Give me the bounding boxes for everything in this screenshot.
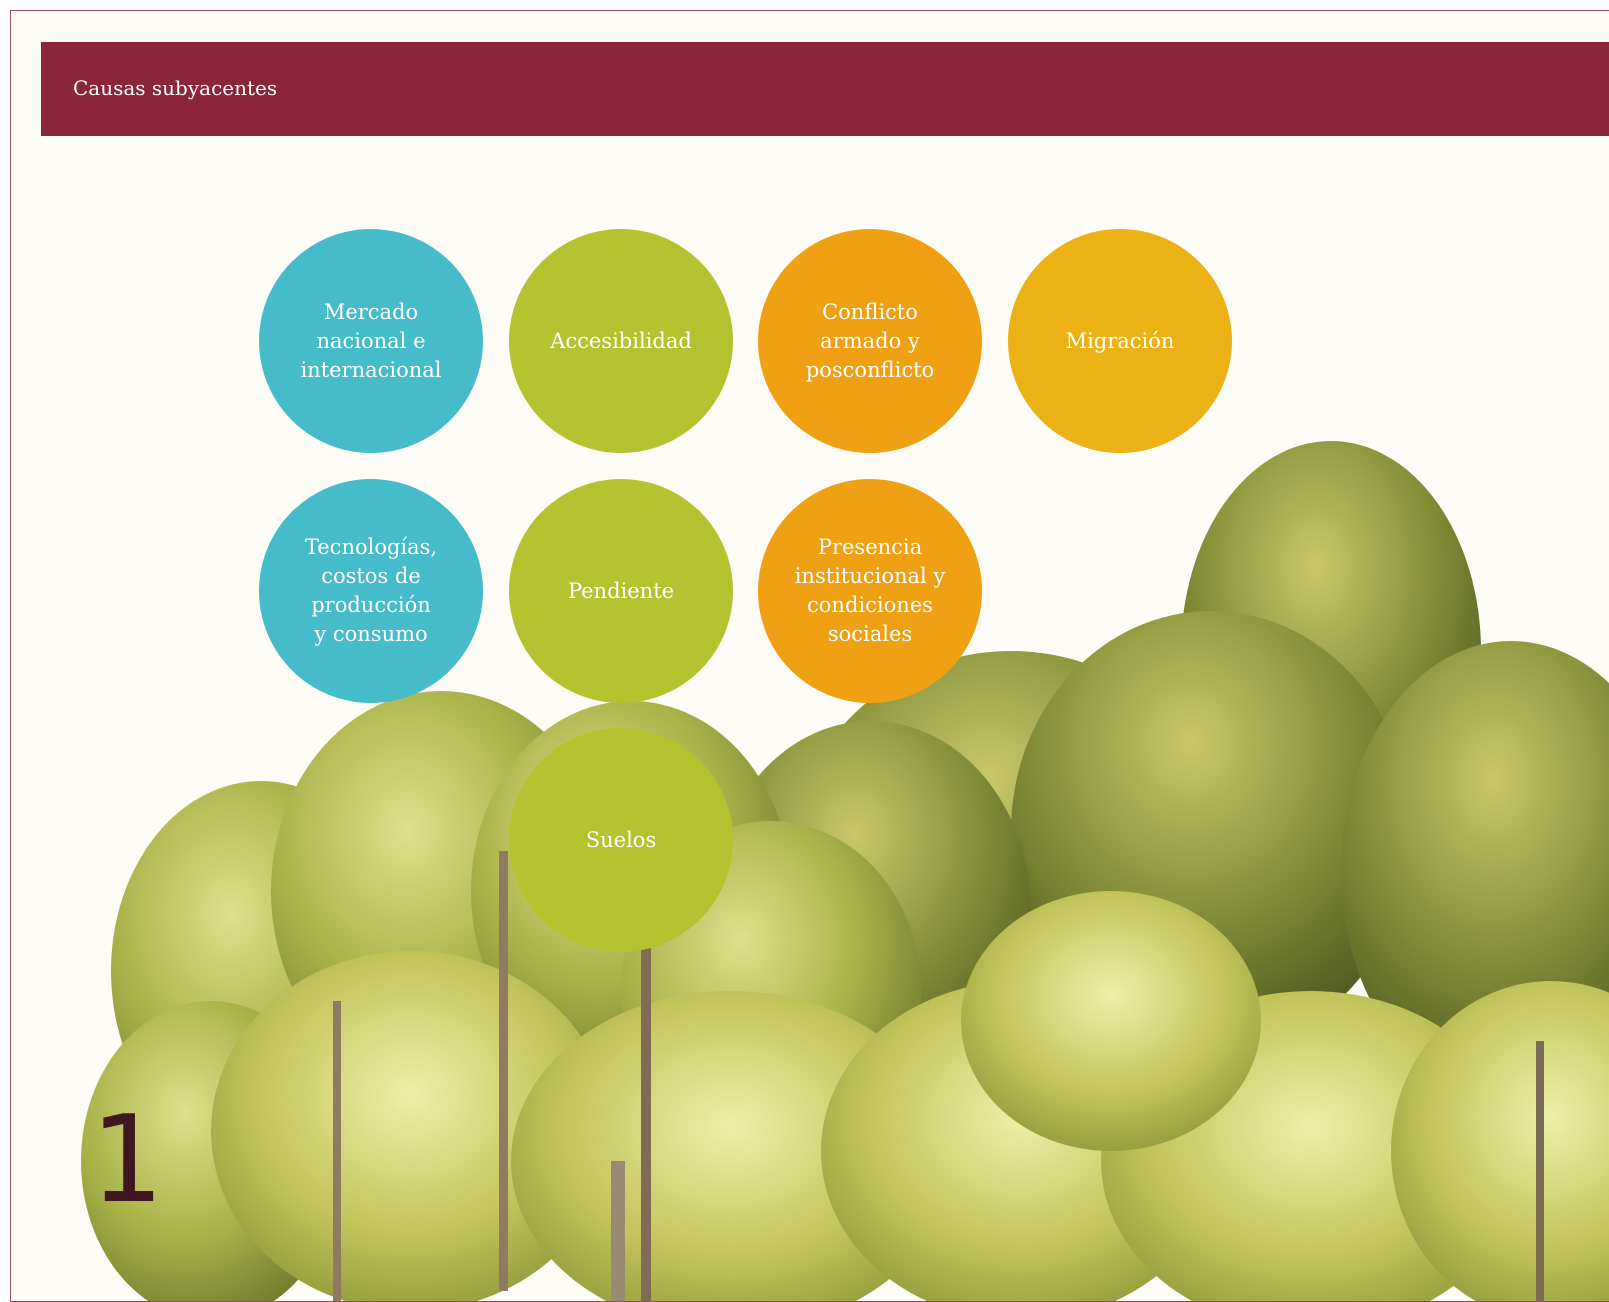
cause-label: Suelos [585,827,657,852]
cause-label: Conflicto armado y posconflicto [805,299,935,382]
page-frame: Causas subyacentes Mercado nacional e in… [10,10,1609,1302]
cause-circle: Accesibilidad [509,229,733,453]
cause-label: Tecnologías, costos de producción y cons… [304,535,438,646]
cause-circle: Mercado nacional e internacional [259,229,483,453]
page-number: 1 [89,1091,162,1230]
cause-circle: Presencia institucional y condiciones so… [758,479,982,703]
cause-label: Presencia institucional y condiciones so… [794,535,946,646]
cause-label: Pendiente [567,578,675,603]
cause-circle: Suelos [509,728,733,952]
cause-label: Migración [1065,328,1175,353]
cause-circle: Tecnologías, costos de producción y cons… [259,479,483,703]
cause-label: Accesibilidad [550,328,692,353]
cause-label: Mercado nacional e internacional [300,299,442,382]
cause-circle: Migración [1008,229,1232,453]
header-title: Causas subyacentes [73,76,278,100]
cause-circle: Conflicto armado y posconflicto [758,229,982,453]
header-band: Causas subyacentes [41,42,1609,136]
cause-circle: Pendiente [509,479,733,703]
